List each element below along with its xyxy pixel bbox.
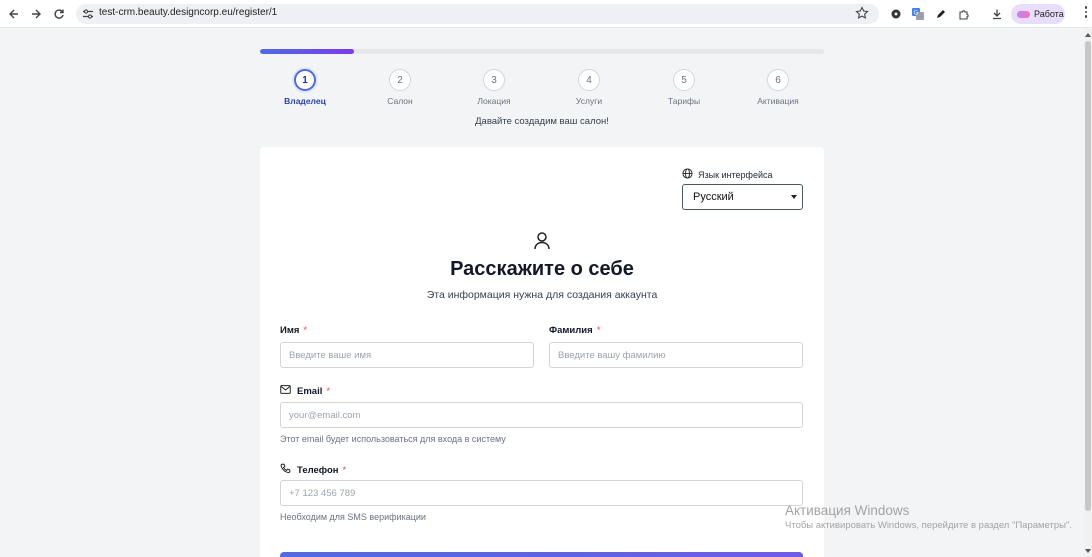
download-icon[interactable]: [988, 5, 1006, 23]
language-label: Язык интерфейса: [682, 168, 773, 181]
required-marker: *: [342, 464, 347, 476]
progress-bar: [260, 49, 824, 54]
svg-text:G: G: [914, 10, 919, 17]
first-name-label: Имя *: [280, 325, 307, 336]
first-name-label-text: Имя: [280, 325, 300, 336]
step-number: 1: [294, 69, 316, 91]
registration-card: Язык интерфейса Русский Расскажите о себ…: [260, 147, 824, 557]
step-label: Салон: [387, 96, 413, 106]
forward-arrow-icon[interactable]: [27, 5, 45, 23]
first-name-placeholder: Введите ваше имя: [289, 349, 372, 361]
last-name-label-text: Фамилия: [549, 325, 593, 336]
required-marker: *: [596, 325, 601, 336]
scroll-down-arrow-icon[interactable]: [1085, 549, 1091, 553]
step-number: 6: [767, 69, 789, 91]
email-hint: Этот email будет использоваться для вход…: [280, 434, 506, 444]
phone-placeholder: +7 123 456 789: [289, 487, 356, 499]
browser-menu-icon[interactable]: [1083, 6, 1089, 22]
reload-icon[interactable]: [50, 5, 68, 23]
step-tariffs[interactable]: 5 Тарифы: [644, 69, 724, 106]
scrollbar-thumb[interactable]: [1085, 41, 1091, 511]
profile-avatar: [1017, 10, 1030, 18]
user-icon: [532, 231, 552, 251]
last-name-input[interactable]: Введите вашу фамилию: [549, 342, 803, 368]
email-placeholder: your@email.com: [289, 409, 361, 421]
step-label: Тарифы: [667, 96, 701, 106]
last-name-label: Фамилия *: [549, 325, 600, 336]
required-marker: *: [326, 385, 331, 397]
form-heading: Расскажите о себе: [450, 258, 634, 280]
phone-input[interactable]: +7 123 456 789: [280, 480, 803, 506]
mail-icon: [280, 385, 291, 397]
intro-text: Давайте создадим ваш салон!: [475, 116, 609, 127]
step-number: 2: [389, 69, 411, 91]
profile-label: Работа: [1034, 9, 1064, 19]
last-name-placeholder: Введите вашу фамилию: [558, 349, 666, 361]
step-number: 5: [673, 69, 695, 91]
step-label: Локация: [477, 96, 511, 106]
bookmark-star-icon[interactable]: [855, 6, 871, 22]
step-owner[interactable]: 1 Владелец: [265, 69, 345, 106]
email-input[interactable]: your@email.com: [280, 402, 803, 428]
puzzle-extensions-icon[interactable]: [955, 5, 973, 23]
required-marker: *: [303, 325, 308, 336]
chevron-down-icon: [791, 195, 797, 199]
step-number: 3: [483, 69, 505, 91]
step-salon[interactable]: 2 Салон: [360, 69, 440, 106]
step-location[interactable]: 3 Локация: [454, 69, 534, 106]
windows-activation-watermark: Активация Windows Чтобы активировать Win…: [785, 503, 1072, 531]
progress-fill: [260, 49, 355, 54]
email-label-text: Email: [297, 385, 323, 397]
phone-label-text: Телефон: [297, 464, 339, 476]
back-arrow-icon[interactable]: [5, 5, 23, 23]
watermark-text: Чтобы активировать Windows, перейдите в …: [785, 520, 1072, 531]
address-bar[interactable]: test-crm.beauty.designcorp.eu/register/1: [76, 4, 879, 24]
language-select[interactable]: Русский: [682, 184, 803, 210]
email-label: Email *: [280, 385, 330, 397]
translate-icon[interactable]: G: [909, 5, 927, 23]
step-label: Услуги: [575, 96, 603, 106]
step-label: Активация: [757, 96, 799, 106]
profile-chip[interactable]: Работа: [1011, 4, 1065, 24]
first-name-input[interactable]: Введите ваше имя: [280, 342, 534, 368]
step-number: 4: [578, 69, 600, 91]
watermark-title: Активация Windows: [785, 503, 910, 518]
page-content: 1 Владелец 2 Салон 3 Локация 4 Услуги 5 …: [0, 29, 1084, 557]
step-activation[interactable]: 6 Активация: [738, 69, 818, 106]
language-label-text: Язык интерфейса: [698, 169, 773, 180]
page-scrollbar[interactable]: [1084, 29, 1092, 557]
phone-icon: [280, 463, 291, 477]
phone-hint: Необходим для SMS верификации: [280, 512, 426, 522]
extension-icon[interactable]: [887, 5, 905, 23]
phone-label: Телефон *: [280, 463, 346, 477]
scroll-up-arrow-icon[interactable]: [1085, 33, 1091, 37]
url-text[interactable]: test-crm.beauty.designcorp.eu/register/1: [99, 7, 277, 18]
browser-toolbar: test-crm.beauty.designcorp.eu/register/1…: [0, 0, 1092, 28]
globe-icon: [682, 168, 693, 181]
language-selected-value: Русский: [693, 191, 734, 203]
next-button[interactable]: [280, 552, 803, 557]
pen-icon[interactable]: [932, 5, 950, 23]
site-settings-icon[interactable]: [82, 7, 96, 21]
step-services[interactable]: 4 Услуги: [549, 69, 629, 106]
step-label: Владелец: [284, 96, 326, 106]
form-subheading: Эта информация нужна для создания аккаун…: [426, 289, 658, 301]
